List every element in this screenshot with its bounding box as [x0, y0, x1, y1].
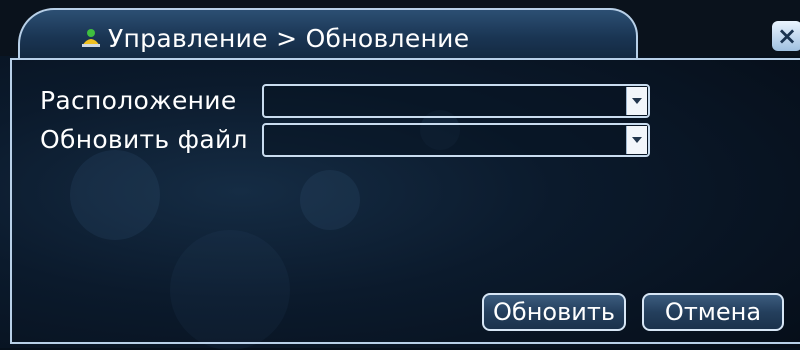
- chevron-down-icon[interactable]: [626, 126, 647, 154]
- chevron-down-icon[interactable]: [626, 87, 647, 115]
- update-file-label: Обновить файл: [40, 125, 248, 154]
- title-tab: Управление > Обновление: [18, 8, 638, 60]
- location-select[interactable]: [262, 84, 650, 118]
- update-button[interactable]: Обновить: [482, 293, 626, 331]
- update-dialog: Управление > Обновление × Расположение О…: [0, 0, 800, 350]
- close-button[interactable]: ×: [772, 21, 800, 51]
- close-icon[interactable]: ×: [777, 22, 797, 50]
- update-file-select[interactable]: [262, 123, 650, 157]
- user-tree-icon: [80, 28, 102, 52]
- location-label: Расположение: [40, 86, 237, 115]
- cancel-button[interactable]: Отмена: [642, 293, 784, 331]
- title-bar: Управление > Обновление ×: [0, 0, 800, 60]
- dialog-title: Управление > Обновление: [108, 24, 470, 53]
